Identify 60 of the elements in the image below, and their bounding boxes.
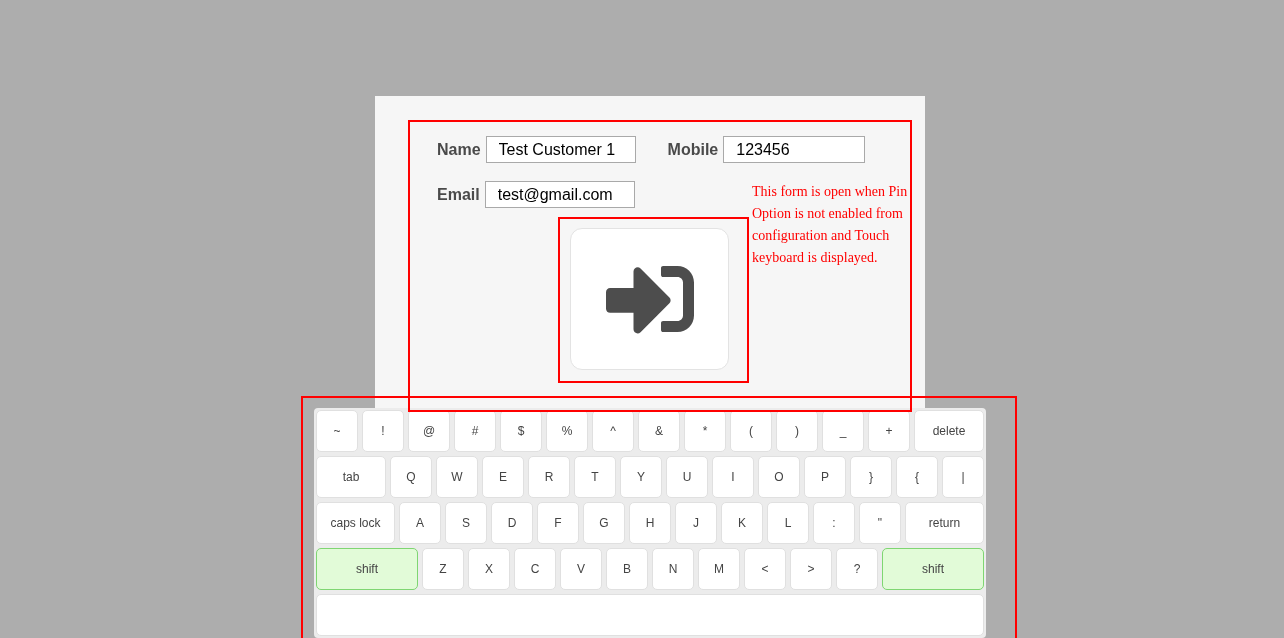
text-field[interactable]: 123456 (723, 136, 866, 163)
keyboard-key[interactable]: : (813, 502, 855, 544)
text-field[interactable]: Test Customer 1 (485, 136, 636, 163)
keyboard-key[interactable]: & (638, 410, 680, 452)
keyboard-key[interactable]: # (454, 410, 496, 452)
text-field[interactable]: test@gmail.com (484, 181, 635, 208)
keyboard-key[interactable]: T (574, 456, 616, 498)
keyboard-key[interactable]: + (868, 410, 910, 452)
keyboard-key[interactable]: caps lock (316, 502, 395, 544)
keyboard-key[interactable]: X (468, 548, 510, 590)
keyboard-key[interactable]: C (514, 548, 556, 590)
keyboard-key[interactable]: Z (422, 548, 464, 590)
keyboard-key[interactable]: { (896, 456, 938, 498)
keyboard-key[interactable]: O (758, 456, 800, 498)
keyboard-key[interactable]: shift (316, 548, 418, 590)
keyboard-key[interactable]: | (942, 456, 984, 498)
keyboard-key[interactable]: } (850, 456, 892, 498)
keyboard-key[interactable]: shift (882, 548, 984, 590)
keyboard-key[interactable]: M (698, 548, 740, 590)
keyboard-key[interactable]: P (804, 456, 846, 498)
keyboard-key[interactable]: @ (408, 410, 450, 452)
keyboard-key[interactable]: L (767, 502, 809, 544)
keyboard-key[interactable]: < (744, 548, 786, 590)
keyboard-key[interactable]: G (583, 502, 625, 544)
keyboard-key[interactable]: U (666, 456, 708, 498)
keyboard-key[interactable]: K (721, 502, 763, 544)
keyboard-key[interactable]: H (629, 502, 671, 544)
field-label: Name (437, 139, 481, 160)
keyboard-key[interactable]: ! (362, 410, 404, 452)
keyboard-key[interactable]: tab (316, 456, 386, 498)
keyboard-key[interactable]: delete (914, 410, 984, 452)
keyboard-key[interactable]: I (712, 456, 754, 498)
keyboard-key[interactable]: N (652, 548, 694, 590)
keyboard-key[interactable]: A (399, 502, 441, 544)
keyboard-key[interactable]: % (546, 410, 588, 452)
keyboard-key[interactable]: return (905, 502, 984, 544)
keyboard-key[interactable]: ? (836, 548, 878, 590)
keyboard-key[interactable]: S (445, 502, 487, 544)
field-label: Email (437, 184, 480, 205)
keyboard-key[interactable]: V (560, 548, 602, 590)
keyboard-key[interactable]: ^ (592, 410, 634, 452)
keyboard-key[interactable]: Y (620, 456, 662, 498)
keyboard-key[interactable]: " (859, 502, 901, 544)
keyboard-key[interactable]: R (528, 456, 570, 498)
keyboard-key[interactable]: ( (730, 410, 772, 452)
keyboard-key[interactable]: Q (390, 456, 432, 498)
keyboard-key[interactable]: J (675, 502, 717, 544)
keyboard-key[interactable]: E (482, 456, 524, 498)
keyboard-key[interactable]: B (606, 548, 648, 590)
keyboard-key[interactable]: F (537, 502, 579, 544)
keyboard-key[interactable]: D (491, 502, 533, 544)
keyboard-key[interactable]: > (790, 548, 832, 590)
keyboard-key[interactable]: W (436, 456, 478, 498)
keyboard-key[interactable]: _ (822, 410, 864, 452)
keyboard-key[interactable]: ) (776, 410, 818, 452)
keyboard-key[interactable]: * (684, 410, 726, 452)
keyboard-key[interactable]: ~ (316, 410, 358, 452)
keyboard-key[interactable]: $ (500, 410, 542, 452)
field-label: Mobile (667, 139, 719, 160)
annotation-note: This form is open when Pin Option is not enabled from configuration and Touch keyboard is displayed. (752, 183, 909, 267)
